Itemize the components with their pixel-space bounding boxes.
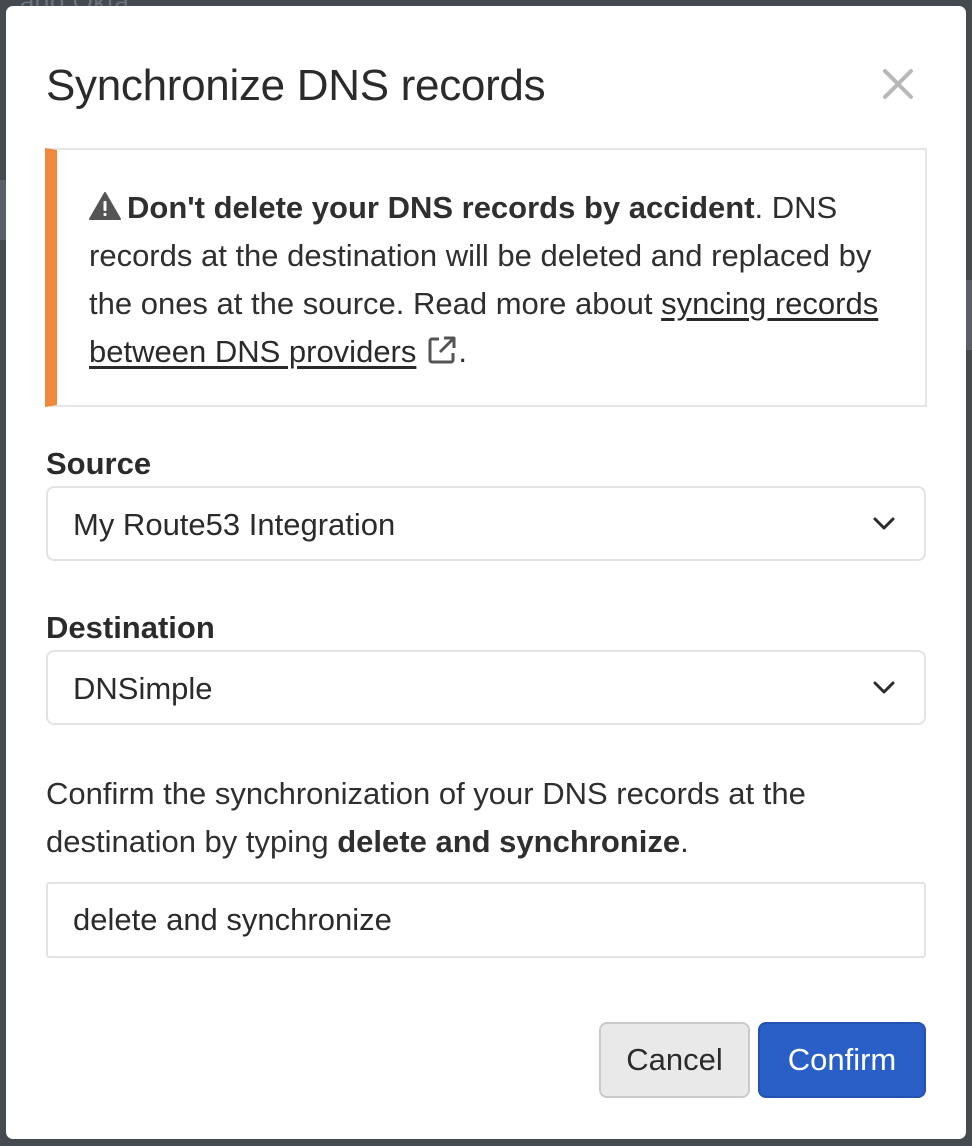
chevron-down-icon — [872, 512, 896, 536]
destination-select-value: DNSimple — [73, 671, 213, 706]
sync-dns-modal: Synchronize DNS records Don't delete you… — [6, 6, 966, 1139]
warning-alert: Don't delete your DNS records by acciden… — [45, 148, 927, 407]
warning-icon — [89, 186, 121, 220]
close-icon[interactable] — [878, 64, 918, 104]
source-label: Source — [46, 446, 152, 481]
confirmation-instructions: Confirm the synchronization of your DNS … — [46, 770, 916, 866]
confirmation-input[interactable] — [46, 882, 926, 958]
confirmation-phrase: delete and synchronize — [337, 824, 681, 859]
external-link-icon[interactable] — [426, 332, 458, 364]
destination-select[interactable]: DNSimple — [46, 650, 926, 725]
cancel-button[interactable]: Cancel — [599, 1022, 750, 1098]
alert-bold-text: Don't delete your DNS records by acciden… — [127, 190, 755, 225]
confirmation-suffix: . — [680, 824, 689, 859]
destination-label: Destination — [46, 610, 215, 645]
alert-trailing-text: . — [458, 334, 468, 369]
source-select[interactable]: My Route53 Integration — [46, 486, 926, 561]
confirm-button[interactable]: Confirm — [758, 1022, 926, 1098]
source-select-value: My Route53 Integration — [73, 507, 396, 542]
chevron-down-icon — [872, 676, 896, 700]
alert-text: Don't delete your DNS records by acciden… — [89, 184, 889, 376]
modal-title: Synchronize DNS records — [46, 61, 546, 110]
